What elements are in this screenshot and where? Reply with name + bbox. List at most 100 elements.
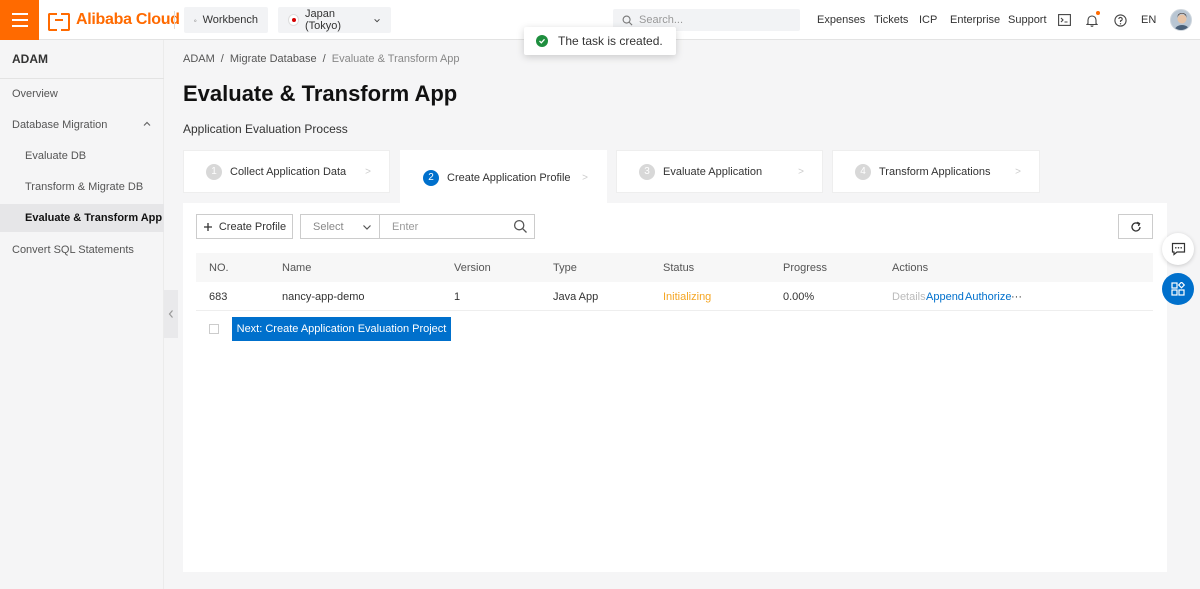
- notification-bell-icon[interactable]: [1084, 11, 1100, 28]
- table-row: 683 nancy-app-demo 1 Java App Initializi…: [196, 282, 1153, 311]
- input-placeholder: Enter: [392, 220, 419, 233]
- select-all-checkbox[interactable]: [209, 324, 219, 334]
- success-check-icon: [536, 35, 548, 47]
- chevron-down-icon: [374, 18, 380, 22]
- col-version: Version: [454, 261, 491, 274]
- step-collect-application-data[interactable]: 1 Collect Application Data >: [183, 150, 390, 193]
- breadcrumb-separator: /: [322, 53, 326, 65]
- divider: [174, 11, 175, 29]
- breadcrumb-migrate-database[interactable]: Migrate Database: [230, 53, 317, 65]
- authorize-link[interactable]: Authorize: [965, 282, 1011, 311]
- menu-icon[interactable]: [0, 0, 39, 40]
- refresh-button[interactable]: [1118, 214, 1153, 239]
- alibaba-cloud-logo[interactable]: Alibaba Cloud: [48, 9, 180, 31]
- step-transform-applications[interactable]: 4 Transform Applications >: [832, 150, 1040, 193]
- japan-flag-icon: [288, 14, 299, 26]
- sidebar-item-label: Evaluate DB: [25, 150, 87, 162]
- cell-progress: 0.00%: [783, 290, 815, 303]
- nav-support[interactable]: Support: [1008, 0, 1047, 40]
- sidebar-item-database-migration[interactable]: Database Migration: [0, 111, 164, 139]
- step-label: Evaluate Application: [663, 165, 763, 178]
- sidebar-item-overview[interactable]: Overview: [0, 80, 164, 108]
- create-profile-label: Create Profile: [218, 220, 287, 233]
- sidebar-item-label: Evaluate & Transform App: [25, 212, 163, 224]
- append-link[interactable]: Append: [926, 282, 964, 311]
- select-placeholder: Select: [313, 220, 344, 233]
- search-placeholder: Search...: [639, 14, 684, 26]
- apps-grid-icon: [1171, 282, 1185, 296]
- cell-type: Java App: [553, 290, 599, 303]
- filter-select[interactable]: Select: [300, 214, 380, 239]
- step-number: 3: [639, 163, 655, 180]
- help-icon[interactable]: [1112, 12, 1128, 28]
- plus-icon: [203, 222, 212, 231]
- breadcrumb-separator: /: [220, 53, 224, 65]
- step-create-application-profile[interactable]: 2 Create Application Profile >: [400, 150, 607, 204]
- chevron-left-icon: [168, 310, 173, 318]
- region-label: Japan (Tokyo): [304, 8, 342, 32]
- col-progress: Progress: [783, 261, 828, 274]
- alibaba-logo-icon: [48, 13, 70, 31]
- workbench-button[interactable]: Workbench: [184, 7, 268, 33]
- search-icon[interactable]: [513, 219, 528, 234]
- brand-name: Alibaba Cloud: [76, 11, 180, 28]
- step-number: 4: [855, 163, 871, 180]
- language-switch[interactable]: EN: [1141, 0, 1156, 40]
- cell-version: 1: [454, 290, 461, 303]
- sidebar-collapse-toggle[interactable]: [164, 290, 178, 338]
- process-subtitle: Application Evaluation Process: [183, 122, 348, 136]
- sidebar-divider: [0, 78, 164, 79]
- more-actions-icon[interactable]: ···: [1011, 282, 1022, 311]
- create-profile-button[interactable]: Create Profile: [196, 214, 293, 239]
- step-evaluate-application[interactable]: 3 Evaluate Application >: [616, 150, 823, 193]
- user-avatar[interactable]: [1170, 9, 1192, 31]
- nav-icp[interactable]: ICP: [919, 0, 937, 40]
- home-icon: [194, 18, 197, 22]
- breadcrumb-adam[interactable]: ADAM: [183, 53, 215, 65]
- chat-feedback-button[interactable]: [1162, 233, 1194, 265]
- table-header: NO. Name Version Type Status Progress Ac…: [196, 253, 1153, 282]
- sidebar-item-transform-migrate-db[interactable]: Transform & Migrate DB: [0, 173, 164, 201]
- sidebar-item-label: Overview: [12, 88, 58, 100]
- filter-input[interactable]: Enter: [379, 214, 535, 239]
- col-type: Type: [553, 261, 577, 274]
- col-status: Status: [663, 261, 695, 274]
- col-actions: Actions: [892, 261, 929, 274]
- cell-no: 683: [209, 290, 228, 303]
- col-no: NO.: [209, 261, 229, 274]
- apps-button[interactable]: [1162, 273, 1194, 305]
- sidebar-title: ADAM: [12, 52, 48, 66]
- breadcrumb: ADAM / Migrate Database / Evaluate & Tra…: [183, 53, 460, 65]
- chevron-right-icon: >: [365, 166, 371, 177]
- step-label: Collect Application Data: [230, 165, 347, 178]
- step-label: Create Application Profile: [447, 171, 571, 184]
- sidebar-item-label: Database Migration: [12, 119, 108, 131]
- workbench-label: Workbench: [202, 14, 258, 26]
- chevron-right-icon: >: [798, 166, 804, 177]
- chevron-down-icon: [363, 225, 371, 230]
- sidebar-item-convert-sql[interactable]: Convert SQL Statements: [0, 236, 164, 264]
- sidebar-item-label: Convert SQL Statements: [12, 244, 134, 256]
- success-toast: The task is created.: [524, 27, 676, 55]
- notification-dot: [1096, 11, 1100, 15]
- terminal-icon[interactable]: [1056, 12, 1072, 28]
- profile-panel: Create Profile Select Enter NO. Name Ver…: [183, 203, 1167, 572]
- nav-tickets[interactable]: Tickets: [874, 0, 908, 40]
- nav-expenses[interactable]: Expenses: [817, 0, 865, 40]
- region-selector[interactable]: Japan (Tokyo): [278, 7, 391, 33]
- chevron-right-icon: >: [1015, 166, 1021, 177]
- search-icon: [622, 15, 633, 25]
- sidebar-item-evaluate-db[interactable]: Evaluate DB: [0, 142, 164, 170]
- cell-status: Initializing: [663, 290, 712, 303]
- sidebar: ADAM Overview Database Migration Evaluat…: [0, 40, 164, 589]
- page-title: Evaluate & Transform App: [183, 81, 458, 106]
- breadcrumb-current: Evaluate & Transform App: [331, 53, 460, 65]
- sidebar-item-evaluate-transform-app[interactable]: Evaluate & Transform App: [0, 204, 164, 232]
- next-create-evaluation-project-button[interactable]: Next: Create Application Evaluation Proj…: [232, 317, 451, 341]
- step-label: Transform Applications: [879, 165, 991, 178]
- col-name: Name: [282, 261, 312, 274]
- details-link[interactable]: Details: [892, 282, 926, 311]
- sidebar-item-label: Transform & Migrate DB: [25, 181, 144, 193]
- chat-icon: [1171, 242, 1185, 256]
- nav-enterprise[interactable]: Enterprise: [950, 0, 1000, 40]
